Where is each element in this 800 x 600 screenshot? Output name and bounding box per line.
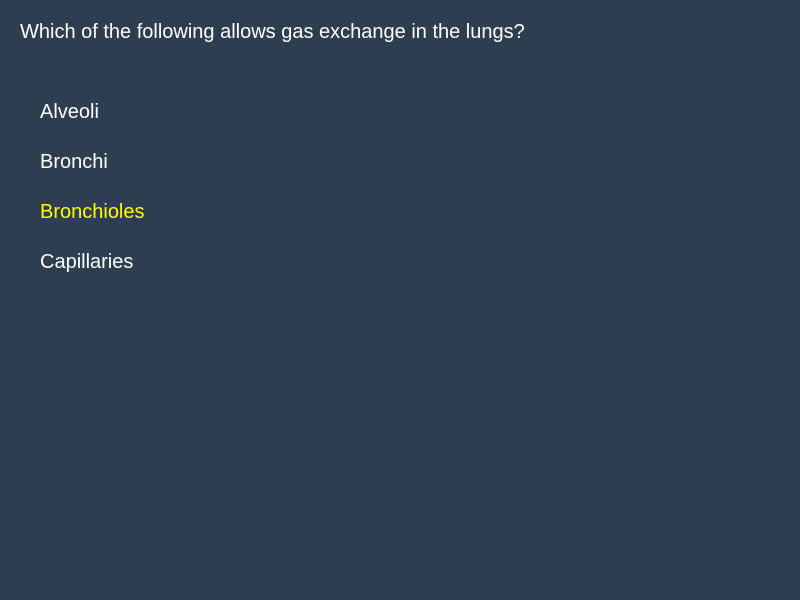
answer-option-bronchi[interactable]: Bronchi xyxy=(40,150,145,174)
answer-option-alveoli[interactable]: Alveoli xyxy=(40,100,145,124)
answer-option-bronchioles[interactable]: Bronchioles xyxy=(40,200,145,224)
question-text: Which of the following allows gas exchan… xyxy=(20,21,525,43)
answer-options: Alveoli Bronchi Bronchioles Capillaries xyxy=(40,100,145,300)
answer-option-capillaries[interactable]: Capillaries xyxy=(40,250,145,274)
quiz-screen: Which of the following allows gas exchan… xyxy=(0,0,800,600)
